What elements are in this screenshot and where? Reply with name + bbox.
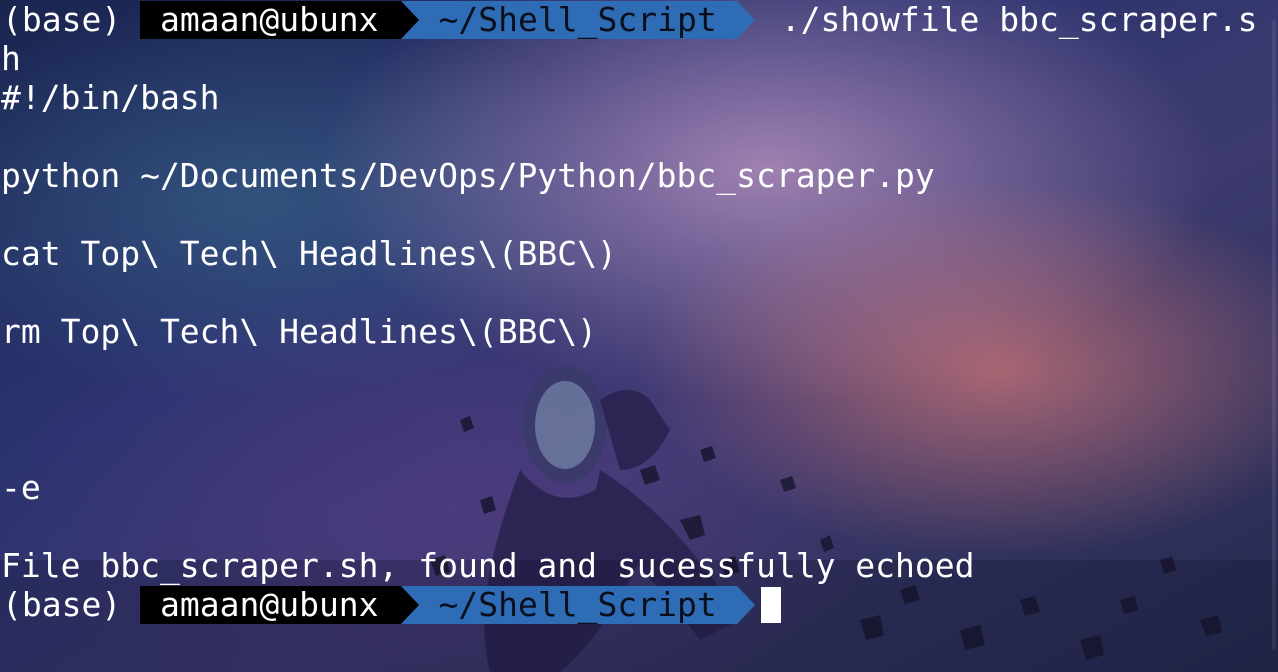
output-line: #!/bin/bash: [1, 78, 220, 117]
prompt-user-segment: amaan@ubunx: [140, 0, 419, 39]
output-line: -e: [1, 468, 41, 507]
terminal-window[interactable]: (base) amaan@ubunx ~/Shell_Script ./show…: [0, 0, 1278, 672]
prompt-path-segment: ~/Shell_Script: [400, 585, 755, 624]
output-line: cat Top\ Tech\ Headlines\(BBC\): [1, 234, 617, 273]
entered-command: ./showfile bbc_scraper.s: [780, 0, 1258, 39]
command-wrap: h: [1, 39, 21, 78]
output-line: File bbc_scraper.sh, found and sucessful…: [1, 546, 975, 585]
text-cursor[interactable]: [760, 586, 781, 623]
prompt-user-segment: amaan@ubunx: [140, 585, 419, 624]
prompt-line: (base) amaan@ubunx ~/Shell_Script ./show…: [0, 0, 1278, 39]
output-line: rm Top\ Tech\ Headlines\(BBC\): [1, 312, 598, 351]
conda-env-label: (base): [2, 0, 122, 39]
conda-env-label: (base): [2, 585, 122, 624]
output-line: python ~/Documents/DevOps/Python/bbc_scr…: [1, 156, 935, 195]
prompt-path-segment: ~/Shell_Script: [400, 0, 755, 39]
scrollbar-thumb[interactable]: [1272, 20, 1276, 650]
terminal-scrollbar[interactable]: [1268, 0, 1278, 672]
active-prompt-line[interactable]: (base) amaan@ubunx ~/Shell_Script: [0, 585, 1278, 624]
